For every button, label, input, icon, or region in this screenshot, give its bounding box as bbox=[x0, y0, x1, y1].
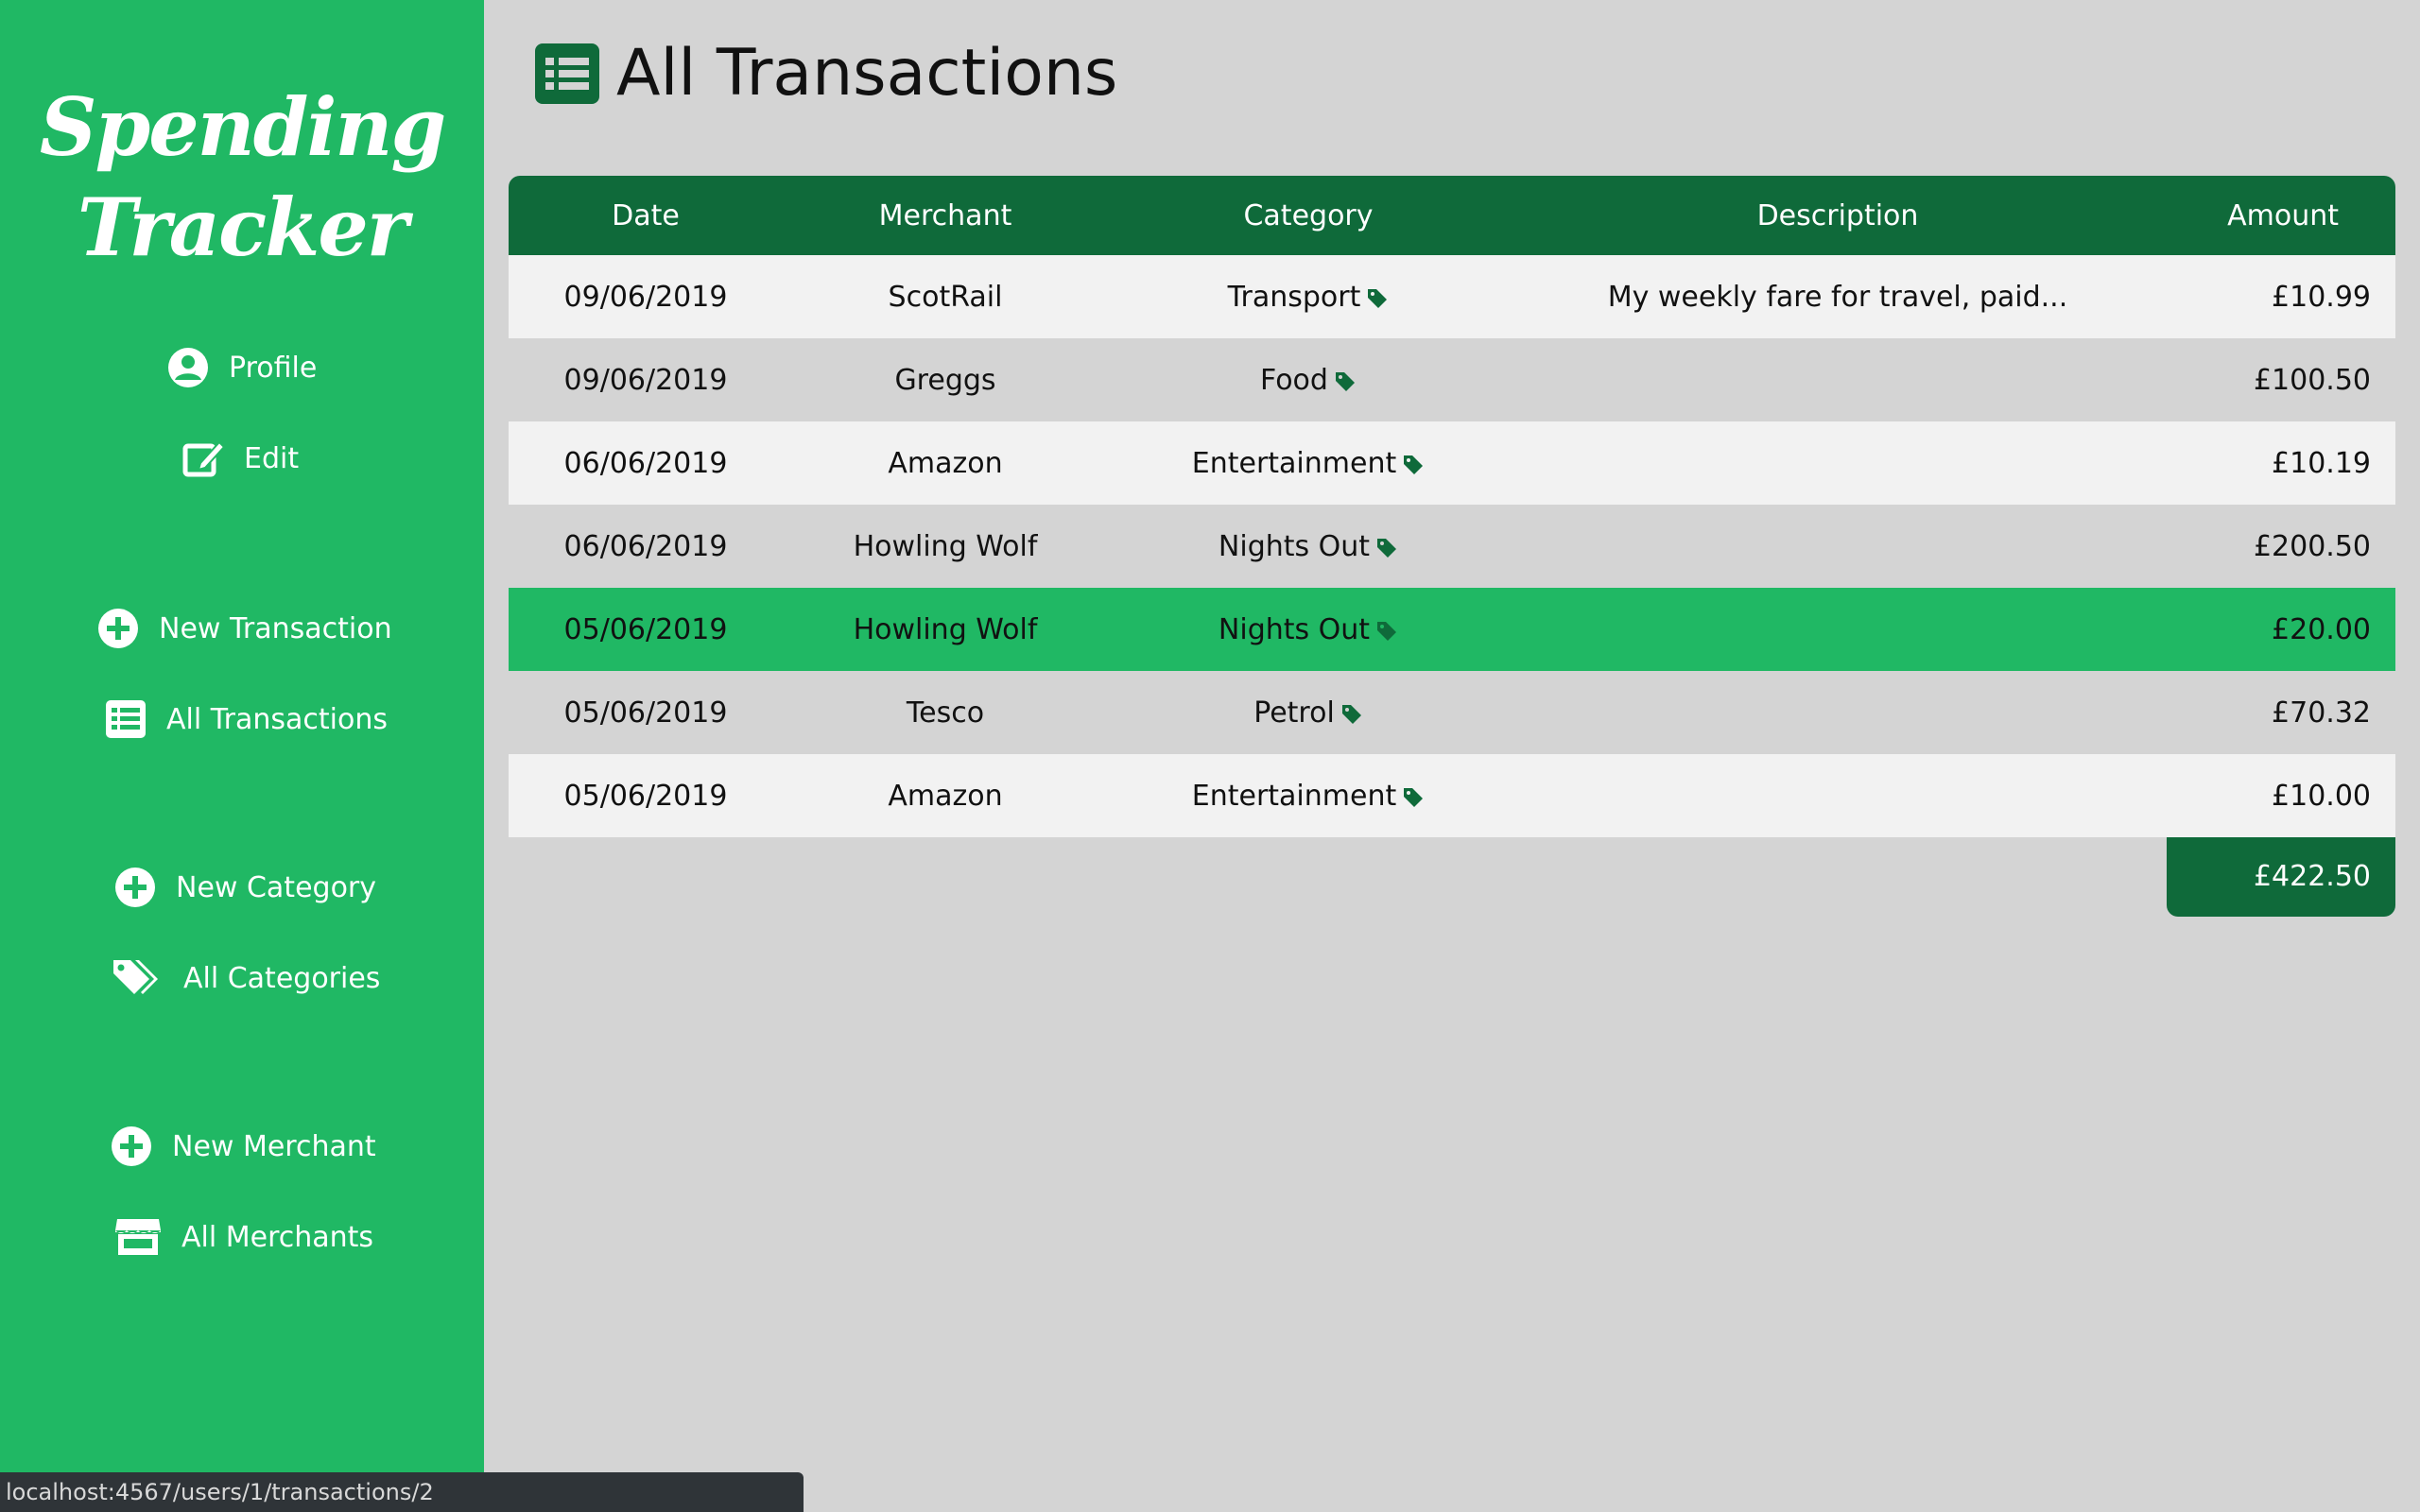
column-header-category[interactable]: Category bbox=[1108, 176, 1509, 255]
cell-category: Food bbox=[1108, 338, 1509, 421]
cell-amount: £10.99 bbox=[2167, 255, 2395, 338]
cell-amount: £70.32 bbox=[2167, 671, 2395, 754]
tag-icon bbox=[1404, 788, 1424, 807]
cell-merchant: ScotRail bbox=[783, 255, 1108, 338]
category-label: Nights Out bbox=[1218, 529, 1371, 563]
table-row[interactable]: 06/06/2019 Amazon Entertainment £10.19 bbox=[509, 421, 2395, 505]
sidebar-item-label: Profile bbox=[229, 351, 318, 385]
cell-merchant: Tesco bbox=[783, 671, 1108, 754]
cell-date: 09/06/2019 bbox=[509, 338, 783, 421]
store-icon bbox=[115, 1219, 161, 1255]
tag-icon bbox=[1335, 372, 1355, 391]
sidebar-item-label: New Category bbox=[176, 870, 377, 904]
cell-description bbox=[1509, 671, 2167, 754]
page-header: All Transactions bbox=[533, 36, 1117, 111]
sidebar-item-profile[interactable]: Profile bbox=[166, 346, 317, 389]
sidebar-item-all-categories[interactable]: All Categories bbox=[112, 956, 380, 1000]
cell-date: 09/06/2019 bbox=[509, 255, 783, 338]
tag-icon bbox=[1404, 455, 1424, 474]
cell-description bbox=[1509, 754, 2167, 837]
cell-description bbox=[1509, 588, 2167, 671]
app-logo[interactable]: Spending Tracker bbox=[0, 77, 484, 278]
cell-date: 05/06/2019 bbox=[509, 588, 783, 671]
sidebar-item-label: All Transactions bbox=[166, 702, 388, 736]
column-header-date[interactable]: Date bbox=[509, 176, 783, 255]
cell-category: Nights Out bbox=[1108, 505, 1509, 588]
category-label: Entertainment bbox=[1191, 779, 1397, 813]
cell-merchant: Amazon bbox=[783, 421, 1108, 505]
category-label: Food bbox=[1260, 363, 1328, 397]
category-label: Transport bbox=[1227, 280, 1361, 314]
cell-amount: £20.00 bbox=[2167, 588, 2395, 671]
cell-date: 06/06/2019 bbox=[509, 421, 783, 505]
cell-amount: £100.50 bbox=[2167, 338, 2395, 421]
tag-icon bbox=[1368, 289, 1388, 308]
cell-date: 06/06/2019 bbox=[509, 505, 783, 588]
cell-merchant: Greggs bbox=[783, 338, 1108, 421]
column-header-description[interactable]: Description bbox=[1509, 176, 2167, 255]
table-row-highlighted[interactable]: 05/06/2019 Howling Wolf Nights Out £20.0… bbox=[509, 588, 2395, 671]
sidebar-item-new-transaction[interactable]: New Transaction bbox=[96, 607, 392, 650]
cell-description bbox=[1509, 338, 2167, 421]
cell-description bbox=[1509, 421, 2167, 505]
logo-line-2: Tracker bbox=[77, 180, 408, 274]
column-header-amount[interactable]: Amount bbox=[2167, 176, 2395, 255]
edit-icon bbox=[182, 440, 225, 477]
cell-category: Entertainment bbox=[1108, 754, 1509, 837]
sidebar-item-label: Edit bbox=[244, 441, 300, 475]
category-label: Nights Out bbox=[1218, 612, 1371, 646]
cell-merchant: Howling Wolf bbox=[783, 505, 1108, 588]
column-header-merchant[interactable]: Merchant bbox=[783, 176, 1108, 255]
cell-date: 05/06/2019 bbox=[509, 671, 783, 754]
cell-merchant: Howling Wolf bbox=[783, 588, 1108, 671]
tags-icon bbox=[113, 960, 158, 994]
plus-circle-icon bbox=[112, 1126, 151, 1166]
table-header-row: Date Merchant Category Description Amoun… bbox=[509, 176, 2395, 255]
sidebar-item-label: New Transaction bbox=[159, 611, 392, 645]
table-row[interactable]: 05/06/2019 Tesco Petrol £70.32 bbox=[509, 671, 2395, 754]
sidebar-item-label: New Merchant bbox=[172, 1129, 376, 1163]
sidebar-item-edit[interactable]: Edit bbox=[182, 437, 299, 480]
status-bar-url: localhost:4567/users/1/transactions/2 bbox=[0, 1472, 804, 1512]
sidebar-item-new-category[interactable]: New Category bbox=[113, 866, 376, 909]
cell-amount: £10.19 bbox=[2167, 421, 2395, 505]
cell-amount: £200.50 bbox=[2167, 505, 2395, 588]
category-label: Entertainment bbox=[1191, 446, 1397, 480]
cell-date: 05/06/2019 bbox=[509, 754, 783, 837]
cell-category: Nights Out bbox=[1108, 588, 1509, 671]
list-icon bbox=[106, 700, 146, 738]
tag-icon bbox=[1377, 622, 1397, 641]
plus-circle-icon bbox=[98, 609, 138, 648]
table-row[interactable]: 06/06/2019 Howling Wolf Nights Out £200.… bbox=[509, 505, 2395, 588]
transactions-table: Date Merchant Category Description Amoun… bbox=[509, 176, 2395, 837]
tag-icon bbox=[1377, 539, 1397, 558]
sidebar-item-new-merchant[interactable]: New Merchant bbox=[110, 1125, 376, 1168]
table-row[interactable]: 05/06/2019 Amazon Entertainment £10.00 bbox=[509, 754, 2395, 837]
plus-circle-icon bbox=[115, 868, 155, 907]
list-icon bbox=[535, 43, 599, 104]
sidebar-item-label: All Categories bbox=[183, 961, 381, 995]
category-label: Petrol bbox=[1253, 696, 1335, 730]
cell-category: Transport bbox=[1108, 255, 1509, 338]
table-row[interactable]: 09/06/2019 ScotRail Transport My weekly … bbox=[509, 255, 2395, 338]
cell-category: Petrol bbox=[1108, 671, 1509, 754]
table-row[interactable]: 09/06/2019 Greggs Food £100.50 bbox=[509, 338, 2395, 421]
user-circle-icon bbox=[168, 348, 208, 387]
cell-category: Entertainment bbox=[1108, 421, 1509, 505]
cell-merchant: Amazon bbox=[783, 754, 1108, 837]
cell-description bbox=[1509, 505, 2167, 588]
cell-description: My weekly fare for travel, paid... bbox=[1509, 255, 2167, 338]
sidebar-item-label: All Merchants bbox=[182, 1220, 374, 1254]
total-amount: £422.50 bbox=[2167, 837, 2395, 917]
page-title: All Transactions bbox=[616, 36, 1118, 111]
tag-icon bbox=[1341, 705, 1361, 724]
logo-line-1: Spending bbox=[39, 80, 446, 174]
sidebar-item-all-transactions[interactable]: All Transactions bbox=[104, 697, 388, 741]
sidebar-item-all-merchants[interactable]: All Merchants bbox=[113, 1215, 373, 1259]
cell-amount: £10.00 bbox=[2167, 754, 2395, 837]
sidebar: Spending Tracker Profile Edit New Transa… bbox=[0, 0, 484, 1512]
